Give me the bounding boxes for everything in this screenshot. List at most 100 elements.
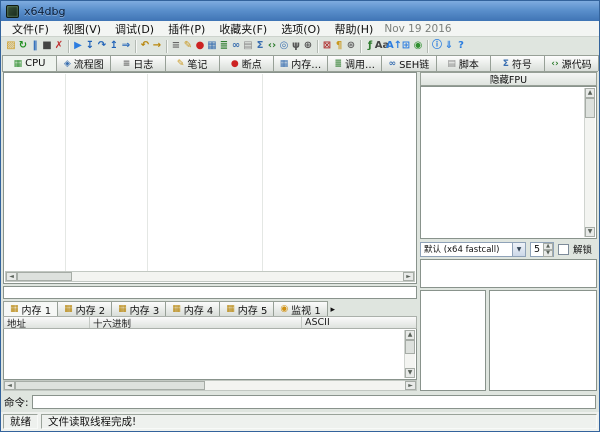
call-stack-icon[interactable]: ≣	[218, 38, 230, 54]
command-input[interactable]	[32, 395, 596, 409]
registers-view[interactable]: ▲ ▼	[420, 86, 597, 239]
menu-item-favourites[interactable]: 收藏夹(F)	[212, 21, 274, 36]
arguments-view[interactable]	[420, 259, 597, 288]
open-file-icon[interactable]: ▨	[5, 38, 17, 54]
step-over-icon[interactable]: ↷	[96, 38, 108, 54]
restart-icon[interactable]: ↻	[17, 38, 29, 54]
watch-tab-1[interactable]: ◉ 监视 1	[273, 301, 327, 316]
dump-tab-overflow-button[interactable]: ▸	[327, 303, 339, 316]
tab-script[interactable]: ▤ 脚本	[436, 55, 491, 71]
tab-source[interactable]: ‹› 源代码	[544, 55, 599, 71]
handles-icon[interactable]: ⊕	[302, 38, 314, 54]
dump-view[interactable]: ▲ ▼	[3, 329, 417, 380]
run-icon[interactable]: ▶	[72, 38, 84, 54]
scroll-track[interactable]	[585, 118, 595, 227]
scroll-up-button[interactable]: ▲	[405, 330, 415, 340]
scroll-up-button[interactable]: ▲	[585, 88, 595, 98]
always-on-top-icon[interactable]: A↑	[388, 38, 400, 54]
menu-item-options[interactable]: 选项(O)	[274, 21, 327, 36]
attach-icon[interactable]: ◉	[412, 38, 424, 54]
patches-icon[interactable]: ⊠	[321, 38, 333, 54]
stepper-down-button[interactable]: ▼	[543, 250, 553, 257]
stop-icon[interactable]: ■	[41, 38, 53, 54]
script-icon[interactable]: ▤	[242, 38, 254, 54]
dump-tabbar: ▦ 内存 1 ▦ 内存 2 ▦ 内存 3 ▦ 内存 4 ▦ 内存 5 ◉ 监视 …	[3, 301, 417, 316]
pause-icon[interactable]: ‖	[29, 38, 41, 54]
scroll-down-button[interactable]: ▼	[585, 227, 595, 237]
chevron-down-icon[interactable]: ▼	[512, 243, 525, 256]
stepper-buttons: ▲ ▼	[543, 243, 553, 256]
run-to-user-code-icon[interactable]: ⇒	[120, 38, 132, 54]
dump-hscrollbar: ◄ ►	[3, 380, 417, 391]
tab-log[interactable]: ≡ 日志	[110, 55, 165, 71]
tab-graph[interactable]: ◈ 流程图	[56, 55, 111, 71]
calling-convention-row: 默认 (x64 fastcall) ▼ 5 ▲ ▼ 解锁	[420, 241, 597, 257]
argument-count-stepper[interactable]: 5 ▲ ▼	[530, 242, 554, 257]
settings-icon[interactable]: ⊛	[345, 38, 357, 54]
scroll-thumb[interactable]	[17, 272, 72, 281]
scroll-down-button[interactable]: ▼	[405, 368, 415, 378]
log-icon[interactable]: ≡	[170, 38, 182, 54]
menu-item-view[interactable]: 视图(V)	[56, 21, 108, 36]
breakpoints-icon[interactable]: ●	[194, 38, 206, 54]
tab-memory-map[interactable]: ▦ 内存…	[273, 55, 328, 71]
stepper-up-button[interactable]: ▲	[543, 243, 553, 250]
dump-tab-3[interactable]: ▦ 内存 3	[111, 301, 166, 316]
scroll-thumb[interactable]	[585, 98, 595, 118]
tab-notes[interactable]: ✎ 笔记	[165, 55, 220, 71]
dump-column-ascii: ASCII	[302, 317, 416, 328]
cpu-window-icon[interactable]: ⊞	[400, 38, 412, 54]
tab-call-stack[interactable]: ≣ 调用…	[327, 55, 382, 71]
menu-item-help[interactable]: 帮助(H)	[327, 21, 380, 36]
step-into-icon[interactable]: ↧	[84, 38, 96, 54]
scroll-right-button[interactable]: ►	[405, 381, 416, 390]
scroll-track[interactable]	[405, 354, 415, 368]
tab-seh[interactable]: ∞ SEH链	[381, 55, 436, 71]
close-icon[interactable]: ✗	[53, 38, 65, 54]
threads-icon[interactable]: ψ	[290, 38, 302, 54]
references-icon[interactable]: ◎	[278, 38, 290, 54]
menu-item-file[interactable]: 文件(F)	[5, 21, 56, 36]
menu-item-plugins[interactable]: 插件(P)	[161, 21, 212, 36]
scroll-thumb[interactable]	[15, 381, 205, 390]
disassembly-view[interactable]: ◄ ►	[3, 72, 417, 284]
tab-symbols[interactable]: Σ 符号	[490, 55, 545, 71]
toolbar-separator	[68, 40, 69, 53]
dump-tab-2[interactable]: ▦ 内存 2	[57, 301, 112, 316]
dump-tab-4[interactable]: ▦ 内存 4	[165, 301, 220, 316]
unlock-checkbox[interactable]	[558, 244, 569, 255]
help-icon[interactable]: ?	[455, 38, 467, 54]
notes-icon[interactable]: ✎	[182, 38, 194, 54]
comment-icon[interactable]: ¶	[333, 38, 345, 54]
tab-breakpoints[interactable]: ● 断点	[219, 55, 274, 71]
scroll-left-button[interactable]: ◄	[6, 272, 17, 281]
scroll-thumb[interactable]	[405, 340, 415, 354]
symbols-icon[interactable]: Σ	[254, 38, 266, 54]
seh-chain-icon[interactable]: ∞	[230, 38, 242, 54]
scroll-track[interactable]	[72, 272, 403, 281]
scroll-left-button[interactable]: ◄	[4, 381, 15, 390]
tab-label: 笔记	[187, 56, 207, 71]
calling-convention-select[interactable]: 默认 (x64 fastcall) ▼	[420, 242, 526, 257]
titlebar[interactable]: x64dbg	[1, 1, 599, 21]
dump-tab-1[interactable]: ▦ 内存 1	[3, 301, 58, 316]
execute-till-return-icon[interactable]: ↥	[108, 38, 120, 54]
app-icon[interactable]	[6, 5, 19, 18]
tab-label: 断点	[242, 56, 262, 71]
stack-view[interactable]	[489, 290, 597, 391]
menu-item-debug[interactable]: 调试(D)	[108, 21, 161, 36]
scroll-track[interactable]	[205, 381, 405, 390]
back-icon[interactable]: ↶	[139, 38, 151, 54]
update-icon[interactable]: ⇓	[443, 38, 455, 54]
memory-tab-icon: ▦	[118, 304, 127, 314]
dump-tab-label: 内存 5	[238, 302, 268, 317]
forward-icon[interactable]: →	[151, 38, 163, 54]
source-code-icon[interactable]: ‹›	[266, 38, 278, 54]
scroll-right-button[interactable]: ►	[403, 272, 414, 281]
hide-fpu-button[interactable]: 隐藏FPU	[420, 72, 597, 86]
info-icon[interactable]: ⓘ	[431, 38, 443, 54]
dump-tab-5[interactable]: ▦ 内存 5	[219, 301, 274, 316]
tab-cpu[interactable]: ▦ CPU	[2, 55, 57, 71]
stack-address-view[interactable]	[420, 290, 486, 391]
memory-map-icon[interactable]: ▦	[206, 38, 218, 54]
